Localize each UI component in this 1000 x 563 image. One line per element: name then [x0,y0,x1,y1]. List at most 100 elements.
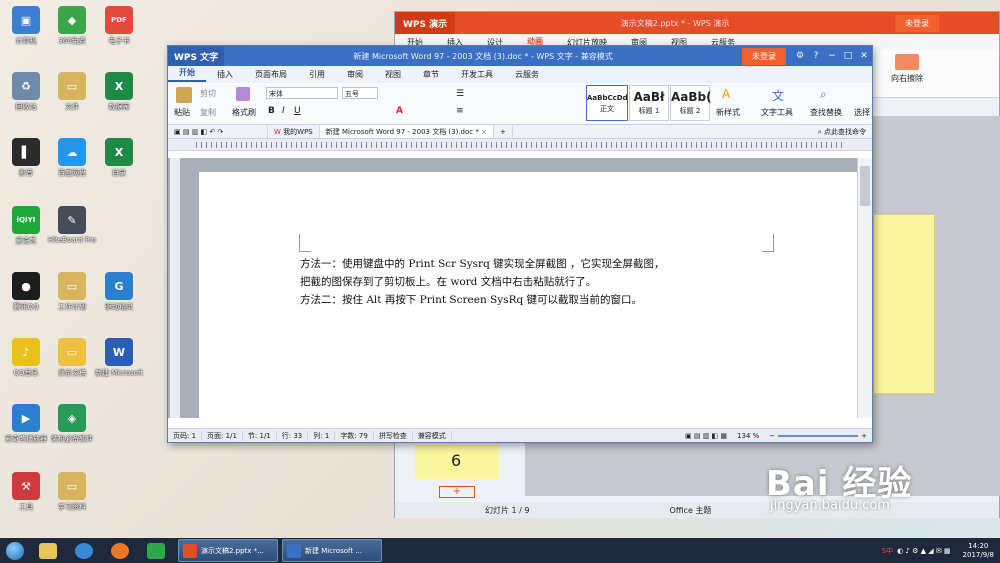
start-button[interactable] [0,538,30,563]
zoom-track [778,434,859,437]
ppt-title: 演示文稿2.pptx * - WPS 演示 [620,18,730,28]
underline-button[interactable]: U [294,106,301,116]
format-painter-icon[interactable] [236,87,250,101]
font-color-button[interactable]: A [396,106,403,116]
minimize-button[interactable]: − [824,51,840,61]
scroll-thumb[interactable] [860,166,870,206]
desktop-icon-hiteboard[interactable]: ✎ HiteBoard Pro [46,206,98,244]
pinned-firefox[interactable] [102,538,138,563]
ime-indicator[interactable]: S中 [882,546,893,556]
paragraph-line-1[interactable]: 方法一：使用键盘中的 Print Scr Sysrq 键实现全屏截图 ，它实现全… [300,256,664,271]
ppt-wipe-right[interactable]: 向右擦除 [891,73,923,84]
desktop-icon-iqiyi[interactable]: iQIYI 爱奇艺 [0,206,52,246]
tab-current-document[interactable]: 新建 Microsoft Word 97 - 2003 文档 (3).doc *… [319,125,494,138]
text-tools-icon[interactable]: 文 [772,87,784,104]
desktop-icon-player[interactable]: ▶ 爱奇艺播放器 [0,404,52,444]
paragraph-line-2[interactable]: 把截的图保存到了剪切板上。在 word 文档中右击粘贴就行了。 [300,274,596,289]
new-style-button[interactable]: 新样式 [716,107,740,118]
desktop-icon-ebook[interactable]: PDF 电子书 [93,6,145,46]
desktop-icon-recycle-bin[interactable]: ♻ 回收站 [0,72,52,112]
status-word-count[interactable]: 字数: 79 [335,430,374,441]
desktop-icon-qq[interactable]: ● 腾讯QQ [0,272,52,312]
search-icon[interactable]: ⌕ [820,87,827,102]
desktop-icon-baidu-pan[interactable]: ☁ 百度网盘 [46,138,98,178]
iqiyi-icon: iQIYI [12,206,40,234]
font-size-select[interactable]: 五号 [342,87,378,99]
tab-my-wps[interactable]: W 我的WPS [268,125,320,138]
command-search[interactable]: ⌕ 点此查找命令 [818,127,872,137]
italic-button[interactable]: I [282,106,285,116]
paste-button[interactable]: 粘贴 [174,107,190,118]
style-normal[interactable]: AaBbCcDd 正文 [586,85,628,121]
bold-button[interactable]: B [268,106,275,116]
desktop-icon-sheet[interactable]: X 数据表 [93,72,145,112]
bullets-icon[interactable]: ☰ [456,89,464,99]
tab-references[interactable]: 引用 [298,69,336,80]
paragraph-line-3[interactable]: 方法二：按住 Alt 再按下 Print Screen SysRq 键可以截取当… [300,292,642,307]
zoom-slider[interactable]: − + [764,432,872,440]
style-heading-2[interactable]: AaBb(标题 2 [670,85,712,121]
desktop-icon-word-doc[interactable]: W 新建 Microsoft [93,338,145,378]
desktop-icon-presentation[interactable]: ▭ 演示文稿 [46,338,98,378]
align-icon[interactable]: ≡ [456,106,464,116]
clock[interactable]: 14:20 2017/9/8 [963,542,994,560]
writer-logo[interactable]: WPS 文字 [168,46,225,66]
writer-icon [287,543,301,558]
maximize-button[interactable]: □ [840,51,856,61]
desktop-icon-folder-docs[interactable]: ▭ 学习资料 [46,472,98,512]
skin-icon[interactable]: ⚙ [792,51,808,61]
close-tab-icon[interactable]: × [481,128,487,136]
tab-review[interactable]: 审阅 [336,69,374,80]
tab-chapter[interactable]: 章节 [412,69,450,80]
status-spell-check[interactable]: 拼写检查 [374,430,413,441]
desktop-icon-folder-1[interactable]: ▭ 文件 [46,72,98,112]
cut-button[interactable]: 剪切 [200,88,216,99]
find-replace-button[interactable]: 查找替换 [810,107,842,118]
tab-insert[interactable]: 插入 [206,69,244,80]
help-icon[interactable]: ? [808,51,824,61]
wipe-effect-icon[interactable] [895,54,919,70]
vertical-scrollbar[interactable] [857,158,872,418]
document-page[interactable]: 方法一：使用键盘中的 Print Scr Sysrq 键实现全屏截图 ，它实现全… [199,172,858,422]
new-tab-button[interactable]: + [494,125,513,138]
format-painter-button[interactable]: 格式刷 [232,107,256,118]
new-style-icon[interactable]: A [722,87,730,101]
taskbar-ppt[interactable]: 演示文稿2.pptx *... [178,539,278,562]
desktop-icon-driver[interactable]: G 驱动精灵 [93,272,145,312]
writer-login-button[interactable]: 未登录 [742,47,786,65]
text-tools-button[interactable]: 文字工具 [761,107,793,118]
style-heading-1[interactable]: AaBł 标题 1 [629,85,669,121]
ppt-slide[interactable] [873,214,935,394]
desktop-icon-computer[interactable]: ▣ 计算机 [0,6,52,46]
pinned-app-green[interactable] [138,538,174,563]
desktop-icon-software[interactable]: ◈ 装机必备软件 [46,404,98,444]
font-family-select[interactable]: 宋体 [266,87,338,99]
select-button[interactable]: 选择 [854,107,870,118]
folder-icon: ▭ [58,338,86,366]
desktop-icon-qqmusic[interactable]: ♪ QQ音乐 [0,338,52,378]
view-mode-icons[interactable]: ▣ ▤ ▥ ◧ ▦ [680,432,732,440]
tab-developer[interactable]: 开发工具 [450,69,504,80]
close-button[interactable]: ✕ [856,51,872,61]
tab-page-layout[interactable]: 页面布局 [244,69,298,80]
ppt-logo[interactable]: WPS 演示 [395,12,456,34]
desktop-icon-tools[interactable]: ⚒ 工具 [0,472,52,512]
add-slide-button[interactable]: + [439,486,475,498]
desktop-icon-360[interactable]: ◆ 360免费 [46,6,98,46]
copy-button[interactable]: 复制 [200,107,216,118]
desktop-icon-catalog[interactable]: X 目录 [93,138,145,178]
desktop-icon-video[interactable]: ▌ 影音 [0,138,52,178]
tab-home[interactable]: 开始 [168,67,206,82]
pinned-app-blue[interactable] [66,538,102,563]
tab-cloud[interactable]: 云服务 [504,69,550,80]
tab-view[interactable]: 视图 [374,69,412,80]
ppt-slide-thumbnail[interactable]: 6 [415,442,499,479]
zoom-level[interactable]: 134 % [732,432,764,440]
pinned-explorer[interactable] [30,538,66,563]
taskbar-writer[interactable]: 新建 Microsoft ... [282,539,382,562]
paste-icon[interactable] [176,87,192,103]
desktop-icon-folder-plan[interactable]: ▭ 工作计划 [46,272,98,312]
shield-icon: ◆ [58,6,86,34]
tray-icons[interactable]: ◐ ♪ ⚙ ▲ ◢ ✉ ▦ [897,547,950,555]
ppt-login-button[interactable]: 未登录 [895,14,939,32]
